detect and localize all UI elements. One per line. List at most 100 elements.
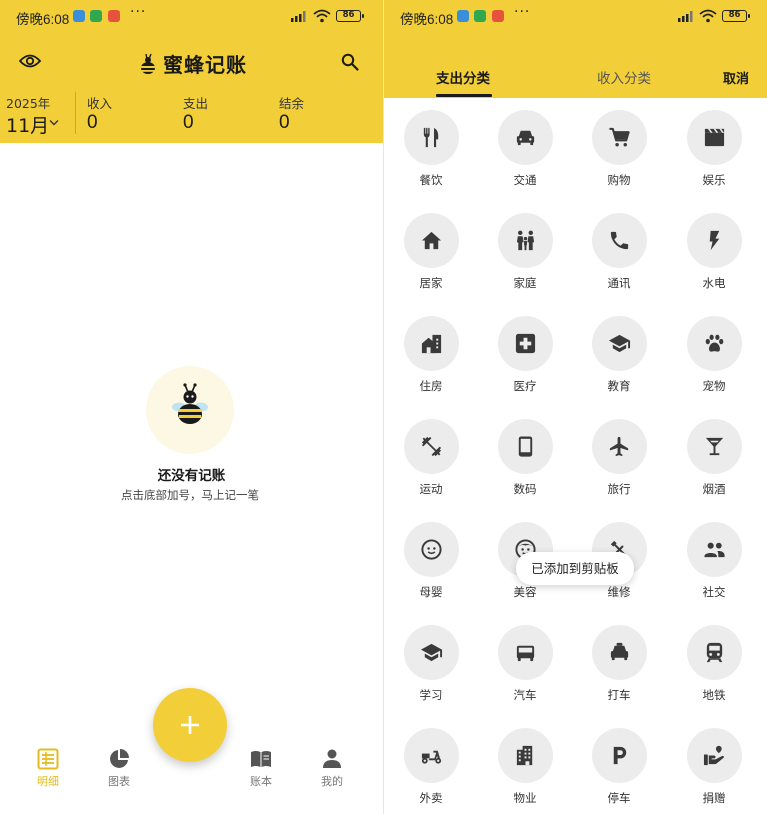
category-item[interactable]: 学习 — [384, 613, 478, 713]
car-front-icon — [516, 645, 535, 662]
shield-notification-icon — [474, 10, 486, 22]
bee-logo-icon — [141, 53, 155, 74]
list-icon — [37, 748, 59, 770]
category-item[interactable]: 住房 — [384, 304, 478, 404]
empty-state-title: 还没有记账 — [157, 468, 226, 484]
category-item[interactable]: 母婴 — [384, 510, 478, 610]
category-item[interactable]: 捐赠 — [667, 716, 761, 814]
category-item[interactable]: 运动 — [384, 407, 478, 507]
category-icon-circle — [498, 316, 553, 371]
category-item[interactable]: 交通 — [478, 98, 572, 198]
category-label: 宠物 — [702, 379, 726, 393]
dumbbell-icon — [421, 436, 442, 457]
nav-charts-label: 图表 — [108, 775, 130, 788]
ledger-header: 蜜蜂记账 2025年 11月 收入 0 支出 0 结余 0 — [0, 32, 383, 143]
category-icon-circle — [687, 419, 742, 474]
category-item[interactable]: 烟酒 — [667, 407, 761, 507]
category-item[interactable]: 物业 — [478, 716, 572, 814]
category-icon-circle — [404, 522, 459, 577]
cart-icon — [609, 127, 630, 147]
income-label: 收入 — [87, 96, 113, 111]
category-icon-circle — [687, 728, 742, 783]
airplane-icon — [609, 436, 629, 457]
phone-icon — [610, 231, 629, 250]
cellular-signal-icon — [291, 11, 306, 22]
battery-icon: 86 — [722, 10, 750, 22]
category-item[interactable]: 数码 — [478, 407, 572, 507]
nav-books-label: 账本 — [250, 775, 272, 788]
category-icon-circle — [404, 728, 459, 783]
category-item[interactable]: 社交 — [667, 510, 761, 610]
year-label[interactable]: 2025年 — [6, 93, 50, 112]
category-item[interactable]: 餐饮 — [384, 98, 478, 198]
category-item[interactable]: 购物 — [572, 98, 666, 198]
eye-icon[interactable] — [19, 53, 41, 69]
category-item[interactable]: 通讯 — [572, 201, 666, 301]
bee-mascot-icon — [172, 383, 208, 424]
category-item[interactable]: 居家 — [384, 201, 478, 301]
nav-charts[interactable]: 图表 — [89, 748, 149, 789]
category-item[interactable]: 家庭 — [478, 201, 572, 301]
category-item[interactable]: 宠物 — [667, 304, 761, 404]
category-item[interactable]: 地铁 — [667, 613, 761, 713]
paw-icon — [705, 334, 724, 352]
cocktail-icon — [705, 437, 724, 456]
ledger-screen: 傍晚6:08 ··· 86 蜜蜂记账 2025年 11月 收入 0 支出 0 结… — [0, 0, 383, 814]
category-item[interactable]: 教育 — [572, 304, 666, 404]
parking-icon — [613, 746, 627, 765]
search-icon[interactable] — [341, 53, 359, 71]
category-icon-circle — [592, 625, 647, 680]
category-item[interactable]: 旅行 — [572, 407, 666, 507]
wifi-icon — [699, 9, 717, 23]
building-house-icon — [421, 334, 442, 354]
category-label: 数码 — [513, 482, 537, 496]
app-title: 蜜蜂记账 — [163, 52, 247, 77]
category-grid: 餐饮 交通 购物 娱乐 居家 家庭 通讯 水电 住房 医疗 教育 宠物 运动 数码 旅行 烟酒 母婴 美容 维修 社交… — [384, 98, 767, 814]
category-label: 烟酒 — [702, 482, 726, 496]
category-item[interactable]: 外卖 — [384, 716, 478, 814]
category-item[interactable]: 汽车 — [478, 613, 572, 713]
category-item[interactable]: 水电 — [667, 201, 761, 301]
category-icon-circle — [498, 625, 553, 680]
category-icon-circle — [687, 522, 742, 577]
category-label: 水电 — [702, 276, 726, 290]
category-label: 捐赠 — [702, 791, 726, 805]
nav-details[interactable]: 明细 — [18, 748, 78, 789]
family-icon — [516, 230, 535, 251]
shield-notification-icon — [90, 10, 102, 22]
category-item[interactable]: 医疗 — [478, 304, 572, 404]
home-icon — [421, 231, 442, 250]
category-label: 旅行 — [607, 482, 631, 496]
nav-details-label: 明细 — [37, 775, 59, 788]
category-label: 购物 — [607, 173, 631, 187]
category-item[interactable]: 停车 — [572, 716, 666, 814]
category-icon-circle — [498, 728, 553, 783]
more-notifications-icon: ··· — [130, 4, 147, 20]
category-label: 物业 — [513, 791, 537, 805]
people-icon — [704, 542, 725, 558]
apartment-icon — [516, 745, 533, 766]
balance-value: 0 — [279, 112, 290, 133]
nav-books[interactable]: 账本 — [231, 748, 291, 789]
add-record-button[interactable] — [153, 688, 227, 762]
baby-face-icon — [421, 539, 442, 560]
category-label: 打车 — [607, 688, 631, 702]
weather-notification-icon — [73, 10, 85, 22]
chevron-down-icon[interactable] — [49, 119, 59, 126]
category-label: 社交 — [702, 585, 726, 599]
category-icon-circle — [404, 625, 459, 680]
category-label: 母婴 — [419, 585, 443, 599]
category-item[interactable]: 打车 — [572, 613, 666, 713]
tab-expense-categories[interactable]: 支出分类 — [436, 67, 490, 87]
clipboard-toast: 已添加到剪贴板 — [516, 552, 634, 585]
wifi-icon — [313, 9, 331, 23]
category-icon-circle — [592, 110, 647, 165]
tab-income-categories[interactable]: 收入分类 — [597, 67, 651, 87]
month-selector[interactable]: 11月 — [6, 111, 49, 138]
category-item[interactable]: 娱乐 — [667, 98, 761, 198]
cancel-button[interactable]: 取消 — [723, 68, 749, 87]
clapperboard-icon — [704, 128, 725, 147]
expense-value: 0 — [183, 112, 194, 133]
status-bar: 傍晚6:08 ··· 86 — [0, 0, 383, 32]
nav-profile[interactable]: 我的 — [302, 748, 362, 789]
